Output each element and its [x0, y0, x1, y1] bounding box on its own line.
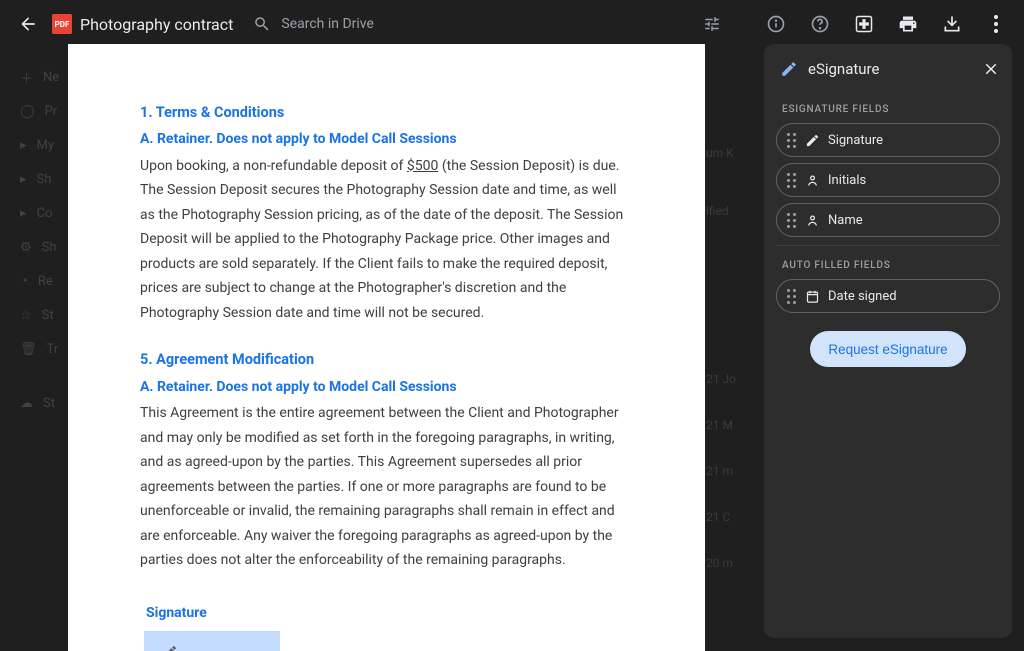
- pen-icon: [780, 60, 798, 78]
- field-name[interactable]: Name: [776, 203, 1000, 237]
- print-button[interactable]: [888, 4, 928, 44]
- field-label: Signature: [828, 133, 883, 148]
- doc-subheading-5a: A. Retainer. Does not apply to Model Cal…: [140, 375, 633, 400]
- doc-heading-5: 5. Agreement Modification: [140, 347, 633, 372]
- print-icon: [898, 14, 918, 34]
- download-icon: [942, 14, 962, 34]
- field-signature[interactable]: Signature: [776, 123, 1000, 157]
- request-esignature-button[interactable]: Request eSignature: [810, 331, 965, 367]
- search-icon: [253, 15, 271, 33]
- search-input[interactable]: Search in Drive: [253, 15, 692, 33]
- person-icon: [805, 213, 820, 228]
- field-label: Initials: [828, 173, 866, 188]
- calendar-icon: [805, 289, 820, 304]
- doc-paragraph-1: Upon booking, a non-refundable deposit o…: [140, 154, 633, 326]
- field-date-signed[interactable]: Date signed: [776, 279, 1000, 313]
- esignature-title: eSignature: [808, 60, 982, 78]
- pdf-page: 1. Terms & Conditions A. Retainer. Does …: [68, 44, 705, 651]
- info-button[interactable]: [756, 4, 796, 44]
- search-placeholder: Search in Drive: [281, 16, 374, 32]
- help-icon: [810, 14, 830, 34]
- topbar-actions: [692, 4, 1016, 44]
- esignature-panel-header: eSignature: [764, 44, 1012, 96]
- drag-handle-icon[interactable]: [787, 213, 797, 227]
- help-button[interactable]: [800, 4, 840, 44]
- signature-label: Signature: [146, 601, 633, 626]
- drag-handle-icon[interactable]: [787, 289, 797, 303]
- divider: [776, 245, 1000, 246]
- signature-field-placeholder[interactable]: [144, 631, 280, 651]
- field-label: Date signed: [828, 289, 897, 304]
- download-button[interactable]: [932, 4, 972, 44]
- arrow-back-icon: [18, 14, 38, 34]
- tune-icon: [703, 15, 721, 33]
- esignature-panel: eSignature ESIGNATURE FIELDS Signature I…: [764, 44, 1012, 638]
- esignature-fields-caption: ESIGNATURE FIELDS: [776, 96, 1000, 123]
- topbar: PDF Photography contract Search in Drive: [0, 0, 1024, 48]
- info-icon: [766, 14, 786, 34]
- autofilled-fields-caption: AUTO FILLED FIELDS: [776, 252, 1000, 279]
- close-icon[interactable]: [982, 60, 1000, 78]
- add-box-icon: [854, 14, 874, 34]
- pen-icon: [805, 133, 820, 148]
- tune-button[interactable]: [692, 4, 732, 44]
- more-vert-icon: [994, 15, 998, 33]
- more-button[interactable]: [976, 4, 1016, 44]
- doc-paragraph-5: This Agreement is the entire agreement b…: [140, 401, 633, 573]
- background-right-column: um K ified 21 Jo 21 M 21 m 21 C 20 m: [706, 130, 736, 586]
- drag-handle-icon[interactable]: [787, 173, 797, 187]
- field-initials[interactable]: Initials: [776, 163, 1000, 197]
- pdf-badge: PDF: [52, 14, 72, 34]
- add-to-drive-button[interactable]: [844, 4, 884, 44]
- drag-handle-icon[interactable]: [787, 133, 797, 147]
- doc-heading-1: 1. Terms & Conditions: [140, 100, 633, 125]
- back-button[interactable]: [8, 4, 48, 44]
- initials-icon: [805, 173, 820, 188]
- pen-icon: [162, 644, 178, 651]
- document-title: Photography contract: [80, 15, 233, 34]
- field-label: Name: [828, 213, 863, 228]
- doc-subheading-1a: A. Retainer. Does not apply to Model Cal…: [140, 127, 633, 152]
